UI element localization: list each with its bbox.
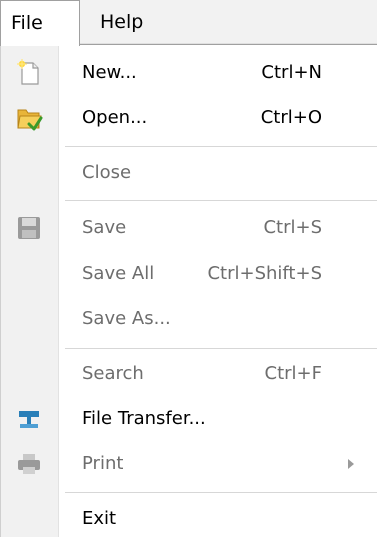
menu-item-label: Save All (82, 263, 155, 284)
menu-item-save-as[interactable]: Save As... (1, 297, 377, 341)
menu-item-new[interactable]: New... Ctrl+N (1, 51, 377, 95)
menu-item-label: New... (82, 62, 137, 83)
submenu-arrow-icon (348, 459, 354, 469)
menu-item-label: Save As... (82, 308, 171, 329)
menu-item-shortcut: Ctrl+O (260, 107, 322, 128)
menu-item-label: File Transfer... (82, 408, 206, 429)
menu-item-label: Open... (82, 107, 148, 128)
menu-item-save-all[interactable]: Save All Ctrl+Shift+S (1, 252, 377, 296)
file-dropdown-menu: New... Ctrl+N Open... Ctrl+O Close Save (0, 44, 377, 537)
menu-item-search[interactable]: Search Ctrl+F (1, 352, 377, 396)
menu-file[interactable]: File (0, 0, 80, 46)
menu-item-label: Print (82, 453, 124, 474)
menu-separator (65, 146, 377, 147)
menu-item-save[interactable]: Save Ctrl+S (1, 206, 377, 250)
new-document-icon (15, 59, 43, 87)
menu-item-label: Save (82, 217, 127, 238)
menu-separator (65, 492, 377, 493)
network-transfer-icon (15, 405, 43, 433)
menu-item-shortcut: Ctrl+N (261, 62, 322, 83)
printer-icon (15, 450, 43, 478)
menu-item-label: Close (82, 162, 132, 183)
menu-item-print[interactable]: Print (1, 442, 377, 486)
menu-item-open[interactable]: Open... Ctrl+O (1, 96, 377, 140)
open-folder-icon (15, 104, 43, 132)
menu-item-file-transfer[interactable]: File Transfer... (1, 397, 377, 441)
menu-bar: File Help (0, 0, 377, 46)
menu-help[interactable]: Help (100, 0, 143, 44)
menu-item-shortcut: Ctrl+S (263, 217, 322, 238)
menu-separator (65, 348, 377, 349)
menu-item-label: Exit (82, 508, 117, 529)
save-icon (15, 214, 43, 242)
menu-item-close[interactable]: Close (1, 151, 377, 195)
menu-item-shortcut: Ctrl+Shift+S (207, 263, 322, 284)
menu-item-label: Search (82, 363, 144, 384)
menu-item-exit[interactable]: Exit (1, 497, 377, 541)
menu-separator (65, 200, 377, 201)
menu-item-shortcut: Ctrl+F (264, 363, 322, 384)
